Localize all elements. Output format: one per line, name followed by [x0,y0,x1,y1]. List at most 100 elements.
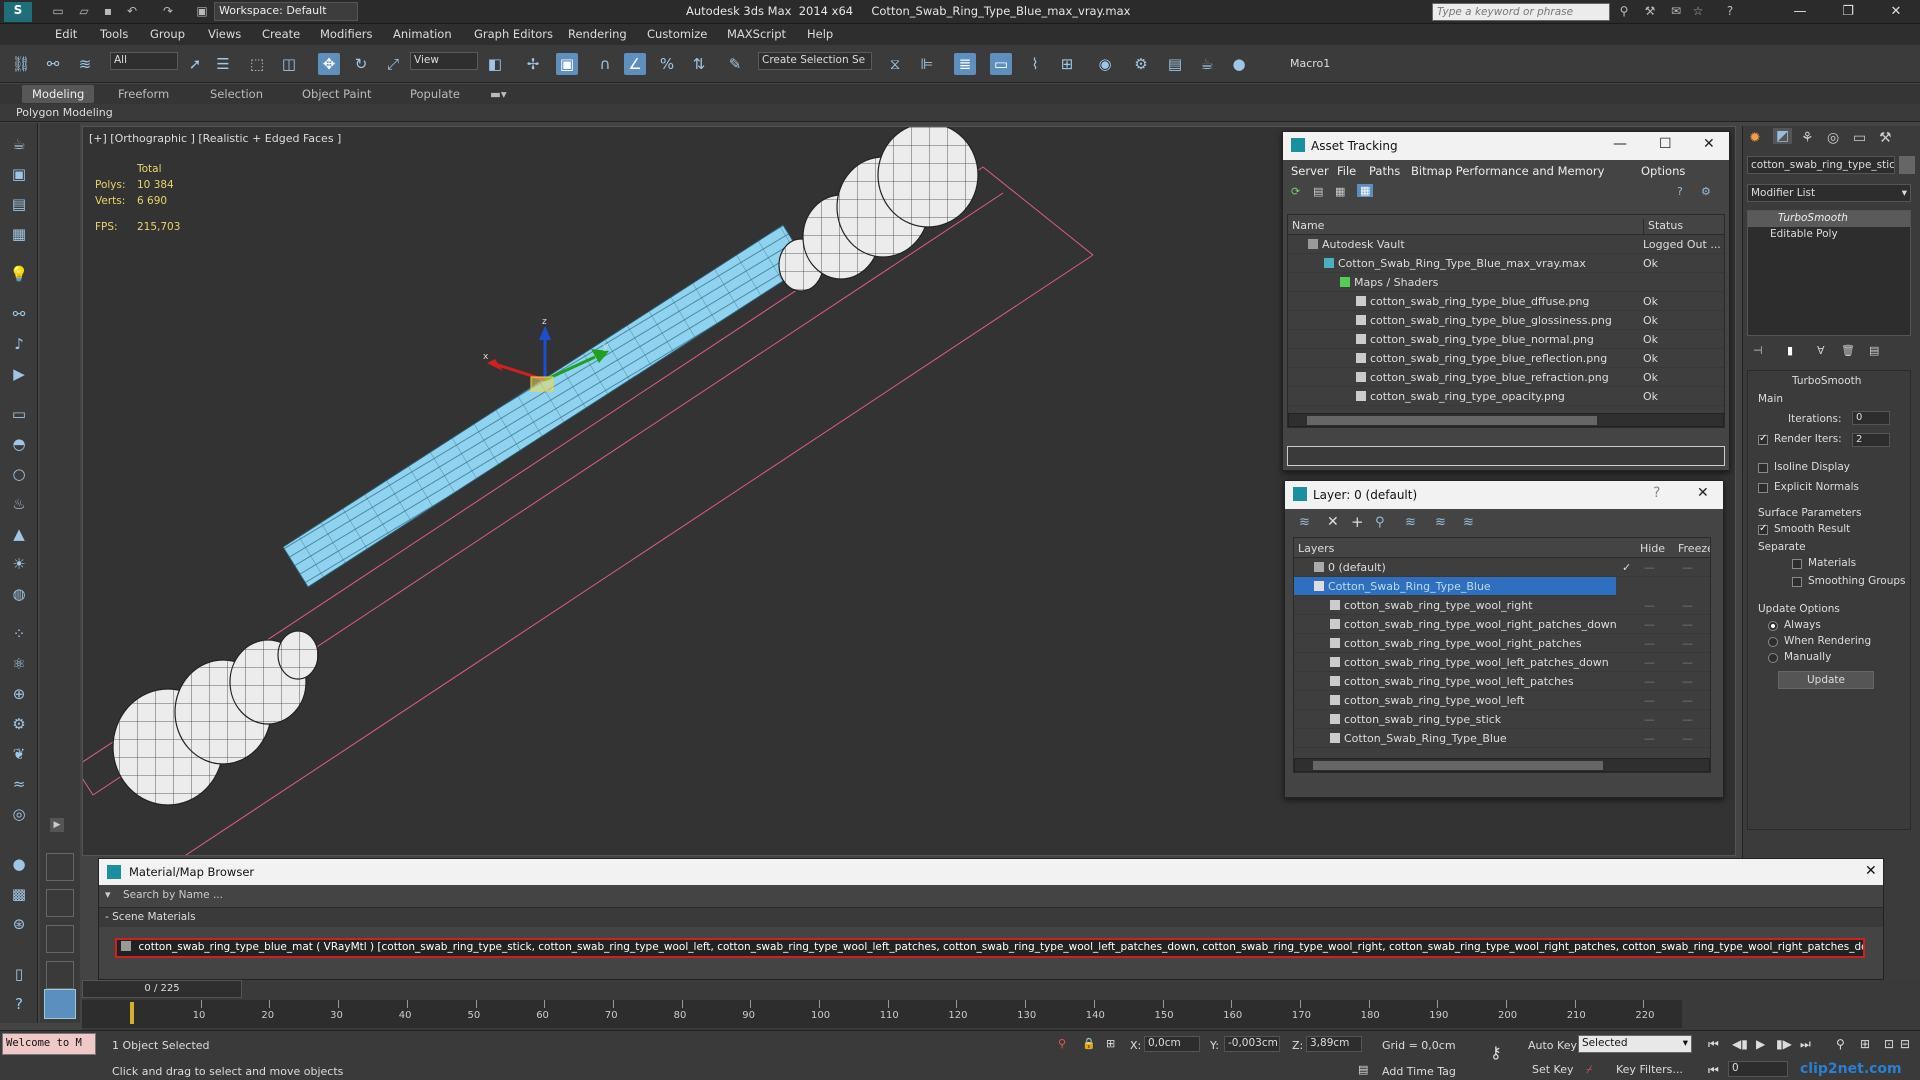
menu-rendering[interactable]: Rendering [568,27,627,41]
asset-close-button[interactable]: ✕ [1703,136,1715,152]
tab-selection[interactable]: Selection [210,87,263,101]
asset-path-field[interactable] [1287,446,1725,466]
percent-snap-icon[interactable]: % [656,53,678,75]
render-setup-icon[interactable]: ⚙ [1130,53,1152,75]
asset-row[interactable]: cotton_swab_ring_type_blue_refraction.pn… [1288,368,1724,387]
project-folder-icon[interactable]: ▣ [194,3,210,19]
previous-frame-icon[interactable]: ◀▮ [1732,1037,1748,1051]
menu-modifiers[interactable]: Modifiers [320,27,373,41]
select-in-layer-icon[interactable]: ⚲ [1375,515,1385,530]
material-editor-icon[interactable]: ◉ [1094,53,1116,75]
motion-tab-icon[interactable]: ◎ [1827,130,1839,146]
freeze-all-layers-icon[interactable]: ≋ [1463,515,1474,530]
render-iters-spinner[interactable]: 2 [1852,433,1890,447]
render-iterative-icon[interactable]: ● [1228,53,1250,75]
time-slider[interactable]: 0 / 225 [82,980,242,998]
search-input[interactable]: Type a keyword or phrase [1432,3,1610,21]
explicit-normals-checkbox[interactable] [1758,483,1768,493]
browser-options-icon[interactable]: ▾ [105,888,111,901]
favorites-star-icon[interactable]: ☆ [1690,3,1706,19]
asset-settings-icon[interactable]: ⚙ [1701,185,1711,198]
box-icon[interactable]: ▭ [8,403,30,425]
camera-icon[interactable]: ▶ [8,363,30,385]
teapot-primitive-icon[interactable]: ♨ [8,493,30,515]
highlight-layer-icon[interactable]: ≋ [1405,515,1416,530]
maximize-viewport-icon[interactable]: ⊟ [1900,1037,1910,1051]
layer-horizontal-scrollbar[interactable] [1294,758,1710,772]
set-key-button[interactable]: Set Key [1532,1063,1574,1076]
table-view-icon[interactable]: ▦ [1357,184,1374,197]
select-by-name-icon[interactable]: ☰ [212,53,234,75]
asset-maximize-button[interactable]: ☐ [1659,136,1672,152]
snaps-toggle-icon[interactable]: ∩ [594,53,616,75]
menu-edit[interactable]: Edit [55,27,77,41]
next-frame-icon[interactable]: ▮▶ [1776,1037,1792,1051]
make-unique-icon[interactable]: ∀ [1817,344,1825,357]
layer-row[interactable]: cotton_swab_ring_type_wool_right — — [1294,596,1710,615]
sphere-icon[interactable]: ○ [8,463,30,485]
material-search-input[interactable]: Search by Name ... [123,889,223,901]
angle-snap-icon[interactable]: ∠ [624,53,646,75]
help-icon[interactable]: ? [1722,3,1738,19]
layout-icon-4[interactable] [46,961,74,989]
layer-row[interactable]: cotton_swab_ring_type_wool_left_patches_… [1294,653,1710,672]
menu-tools[interactable]: Tools [100,27,128,41]
asset-col-name[interactable]: Name [1292,219,1324,232]
zoom-extents-icon[interactable]: ⊡ [1884,1037,1894,1051]
asset-horizontal-scrollbar[interactable] [1288,413,1724,427]
material-entry-text[interactable]: cotton_swab_ring_type_blue_mat ( VRayMtl… [139,941,1864,953]
material-browser-close-button[interactable]: ✕ [1865,863,1877,879]
helper-icon[interactable]: ⊕ [8,683,30,705]
object-color-swatch[interactable] [1899,156,1915,174]
rollout-title[interactable]: TurboSmooth [1792,375,1861,387]
add-time-tag-icon[interactable]: ▤ [1358,1063,1368,1076]
tab-object-paint[interactable]: Object Paint [302,87,372,101]
layout-icon-2[interactable] [46,889,74,917]
add-to-layer-icon[interactable]: + [1351,513,1364,531]
asset-row[interactable]: Maps / Shaders [1288,273,1724,292]
play-icon[interactable]: ▶ [1756,1037,1765,1051]
asset-row[interactable]: Cotton_Swab_Ring_Type_Blue_max_vray.max O… [1288,254,1724,273]
mirror-icon[interactable]: ⧖ [884,53,906,75]
key-icon[interactable]: ⚷ [1490,1043,1502,1062]
rendered-frame-window-icon[interactable]: ▤ [1164,53,1186,75]
refresh-icon[interactable]: ⟳ [1291,185,1300,198]
smooth-result-checkbox[interactable] [1758,523,1768,535]
network-icon[interactable]: ⊛ [8,913,30,935]
asset-row[interactable]: cotton_swab_ring_type_blue_dffuse.png Ok [1288,292,1724,311]
always-radio[interactable] [1768,621,1778,631]
asset-row[interactable]: cotton_swab_ring_type_blue_normal.png Ok [1288,330,1724,349]
auto-key-button[interactable]: Auto Key [1528,1039,1577,1052]
macro-label[interactable]: Macro1 [1290,57,1330,70]
current-frame-field[interactable]: 0 [1728,1061,1788,1077]
file-icon[interactable]: ▯ [8,963,30,985]
create-layer-icon[interactable]: ≋ [1299,515,1310,530]
tab-freeform[interactable]: Freeform [118,87,169,101]
layer-row[interactable]: cotton_swab_ring_type_wool_left_patches —… [1294,672,1710,691]
plant-icon[interactable]: ❦ [8,743,30,765]
material-entry[interactable]: cotton_swab_ring_type_blue_mat ( VRayMtl… [115,938,1865,958]
display-tab-icon[interactable]: ▭ [1853,130,1866,146]
gear-icon[interactable]: ⚙ [8,713,30,735]
spinner-snap-icon[interactable]: ⇅ [688,53,710,75]
y-coordinate-field[interactable]: -0,003cm [1224,1036,1280,1052]
layer-row[interactable]: 0 (default) ✓ — — [1294,558,1710,577]
isolate-selection-icon[interactable]: ⚲ [1058,1037,1066,1050]
pin-stack-icon[interactable]: ⊣ [1753,344,1763,357]
configure-sets-icon[interactable]: ▤ [1869,344,1879,357]
asset-menu-bitmap[interactable]: Bitmap Performance and Memory [1411,164,1604,178]
layer-close-button[interactable]: ✕ [1697,485,1709,501]
zoom-icon[interactable]: ⚲ [1836,1037,1845,1051]
stack-item-turbosmooth[interactable]: TurboSmooth [1748,211,1910,227]
add-time-tag-label[interactable]: Add Time Tag [1382,1065,1456,1078]
menu-maxscript[interactable]: MAXScript [727,27,786,41]
shell-icon[interactable]: ◎ [8,803,30,825]
redo-icon[interactable]: ↷ [160,3,176,19]
selection-filter-dropdown[interactable]: All [110,52,178,70]
close-button[interactable]: ✕ [1874,0,1918,24]
key-mode-dropdown[interactable]: Selected ▾ [1578,1035,1692,1053]
menu-create[interactable]: Create [262,27,300,41]
remove-modifier-icon[interactable]: 🗑 [1841,344,1855,357]
render-iters-checkbox[interactable] [1758,433,1768,445]
workspace-dropdown[interactable]: Workspace: Default [214,2,358,21]
